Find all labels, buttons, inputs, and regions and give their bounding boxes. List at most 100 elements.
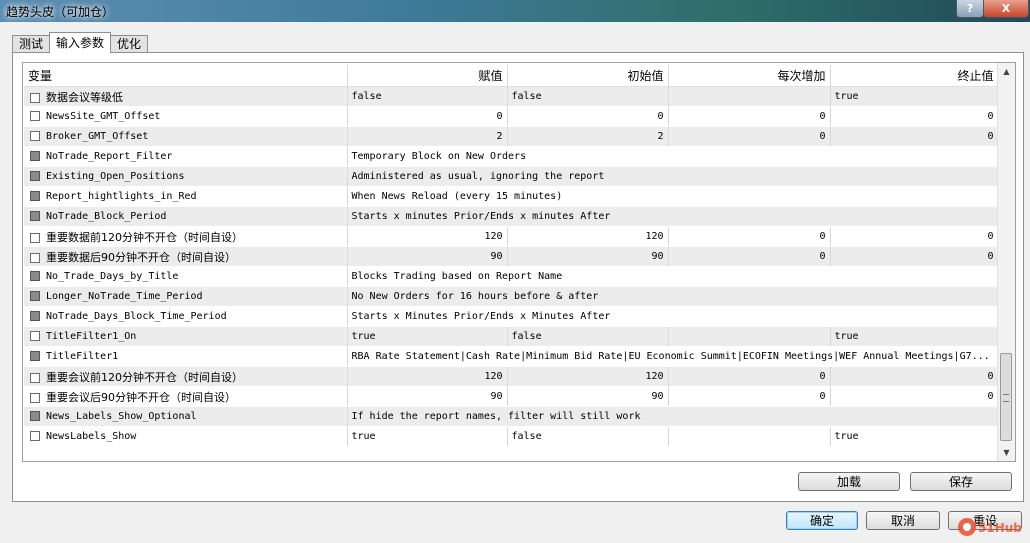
optimize-checkbox[interactable] xyxy=(30,291,40,301)
start-cell[interactable]: 90 xyxy=(507,386,669,407)
stop-cell[interactable]: true xyxy=(830,86,999,107)
close-button[interactable]: X xyxy=(983,0,1029,18)
step-cell[interactable]: 0 xyxy=(668,126,831,147)
table-row[interactable]: 重要会议后90分钟不开仓（时间自设） 90 90 0 0 xyxy=(24,386,999,407)
value-cell[interactable]: When News Reload (every 15 minutes) xyxy=(347,186,999,207)
value-cell[interactable]: false xyxy=(347,86,508,107)
header-step[interactable]: 每次增加 xyxy=(668,65,831,87)
variable-cell: No_Trade_Days_by_Title xyxy=(24,266,348,287)
table-row[interactable]: Report_hightlights_in_Red When News Reloa… xyxy=(24,186,999,207)
value-cell[interactable]: 2 xyxy=(347,126,508,147)
step-cell[interactable]: 0 xyxy=(668,366,831,387)
start-cell[interactable]: 120 xyxy=(507,226,669,247)
stop-cell[interactable]: 0 xyxy=(830,106,999,127)
value-cell[interactable]: Temporary Block on New Orders xyxy=(347,146,999,167)
scroll-thumb[interactable] xyxy=(1000,353,1012,441)
start-cell[interactable]: false xyxy=(507,86,669,107)
table-row[interactable]: 数据会议等级低 false false true xyxy=(24,86,999,107)
start-cell[interactable]: 2 xyxy=(507,126,669,147)
optimize-checkbox[interactable] xyxy=(30,372,40,383)
table-row[interactable]: NoTrade_Block_Period Starts x minutes Pr… xyxy=(24,206,999,227)
tab-input-parameters[interactable]: 输入参数 xyxy=(49,32,112,53)
value-cell[interactable]: Starts x minutes Prior/Ends x minutes Af… xyxy=(347,206,999,227)
stop-cell[interactable]: 0 xyxy=(830,246,999,267)
optimize-checkbox[interactable] xyxy=(30,392,40,403)
optimize-checkbox[interactable] xyxy=(30,431,40,441)
stop-cell[interactable]: 0 xyxy=(830,386,999,407)
optimize-checkbox[interactable] xyxy=(30,252,40,263)
step-cell[interactable]: 0 xyxy=(668,386,831,407)
step-cell[interactable]: 0 xyxy=(668,246,831,267)
table-row[interactable]: News_Labels_Show_Optional If hide the re… xyxy=(24,406,999,427)
table-row[interactable]: 重要数据前120分钟不开仓（时间自设） 120 120 0 0 xyxy=(24,226,999,247)
optimize-checkbox[interactable] xyxy=(30,331,40,341)
table-row[interactable]: TitleFilter1 RBA Rate Statement|Cash Rate… xyxy=(24,346,999,367)
value-cell[interactable]: 90 xyxy=(347,246,508,267)
optimize-checkbox[interactable] xyxy=(30,311,40,321)
value-cell[interactable]: Starts x Minutes Prior/Ends x Minutes Af… xyxy=(347,306,999,327)
optimize-checkbox[interactable] xyxy=(30,351,40,361)
table-row[interactable]: Broker_GMT_Offset 2 2 0 0 xyxy=(24,126,999,147)
value-cell[interactable]: 0 xyxy=(347,106,508,127)
value-cell[interactable]: No New Orders for 16 hours before & afte… xyxy=(347,286,999,307)
start-cell[interactable]: 0 xyxy=(507,106,669,127)
stop-cell[interactable]: true xyxy=(830,426,999,447)
scroll-up-icon[interactable]: ▲ xyxy=(998,63,1015,80)
table-row[interactable]: 重要数据后90分钟不开仓（时间自设） 90 90 0 0 xyxy=(24,246,999,267)
stop-cell[interactable]: 0 xyxy=(830,126,999,147)
optimize-checkbox[interactable] xyxy=(30,191,40,201)
step-cell[interactable]: 0 xyxy=(668,226,831,247)
table-row[interactable]: Existing_Open_Positions Administered as u… xyxy=(24,166,999,187)
value-cell[interactable]: true xyxy=(347,426,508,447)
table-row[interactable]: No_Trade_Days_by_Title Blocks Trading bas… xyxy=(24,266,999,287)
scroll-down-icon[interactable]: ▼ xyxy=(998,444,1015,461)
tab-test[interactable]: 测试 xyxy=(12,35,51,53)
table-row[interactable]: NoTrade_Report_Filter Temporary Block on … xyxy=(24,146,999,167)
cancel-button[interactable]: 取消 xyxy=(866,511,940,530)
start-cell[interactable]: false xyxy=(507,426,669,447)
ok-button[interactable]: 确定 xyxy=(786,511,858,530)
optimize-checkbox[interactable] xyxy=(30,131,40,141)
load-button[interactable]: 加载 xyxy=(798,472,900,491)
value-cell[interactable]: If hide the report names, filter will st… xyxy=(347,406,999,427)
help-button[interactable]: ? xyxy=(956,0,984,18)
vertical-scrollbar[interactable]: ▲ ▼ xyxy=(997,63,1015,461)
optimize-checkbox[interactable] xyxy=(30,151,40,161)
table-row[interactable]: NoTrade_Days_Block_Time_Period Starts x M… xyxy=(24,306,999,327)
stop-cell[interactable]: 0 xyxy=(830,226,999,247)
step-cell[interactable] xyxy=(668,426,831,447)
value-cell[interactable]: 90 xyxy=(347,386,508,407)
optimize-checkbox[interactable] xyxy=(30,111,40,121)
step-cell[interactable]: 0 xyxy=(668,106,831,127)
value-cell[interactable]: true xyxy=(347,326,508,347)
stop-cell[interactable]: 0 xyxy=(830,366,999,387)
start-cell[interactable]: 120 xyxy=(507,366,669,387)
step-cell[interactable] xyxy=(668,86,831,107)
start-cell[interactable]: false xyxy=(507,326,669,347)
header-value[interactable]: 赋值 xyxy=(347,65,508,87)
header-start[interactable]: 初始值 xyxy=(507,65,669,87)
value-cell[interactable]: 120 xyxy=(347,226,508,247)
value-cell[interactable]: RBA Rate Statement|Cash Rate|Minimum Bid… xyxy=(347,346,999,367)
tab-optimization[interactable]: 优化 xyxy=(110,35,149,53)
value-cell[interactable]: Administered as usual, ignoring the repo… xyxy=(347,166,999,187)
step-cell[interactable] xyxy=(668,326,831,347)
start-cell[interactable]: 90 xyxy=(507,246,669,267)
header-variable[interactable]: 变量 xyxy=(24,65,348,87)
save-button[interactable]: 保存 xyxy=(910,472,1012,491)
optimize-checkbox[interactable] xyxy=(30,271,40,281)
table-row[interactable]: 重要会议前120分钟不开仓（时间自设） 120 120 0 0 xyxy=(24,366,999,387)
table-row[interactable]: Longer_NoTrade_Time_Period No New Orders … xyxy=(24,286,999,307)
optimize-checkbox[interactable] xyxy=(30,171,40,181)
optimize-checkbox[interactable] xyxy=(30,411,40,421)
optimize-checkbox[interactable] xyxy=(30,211,40,221)
table-row[interactable]: NewsSite_GMT_Offset 0 0 0 0 xyxy=(24,106,999,127)
table-row[interactable]: TitleFilter1_On true false true xyxy=(24,326,999,347)
value-cell[interactable]: 120 xyxy=(347,366,508,387)
table-row[interactable]: NewsLabels_Show true false true xyxy=(24,426,999,447)
stop-cell[interactable]: true xyxy=(830,326,999,347)
header-stop[interactable]: 终止值 xyxy=(830,65,999,87)
optimize-checkbox[interactable] xyxy=(30,92,40,103)
optimize-checkbox[interactable] xyxy=(30,232,40,243)
value-cell[interactable]: Blocks Trading based on Report Name xyxy=(347,266,999,287)
